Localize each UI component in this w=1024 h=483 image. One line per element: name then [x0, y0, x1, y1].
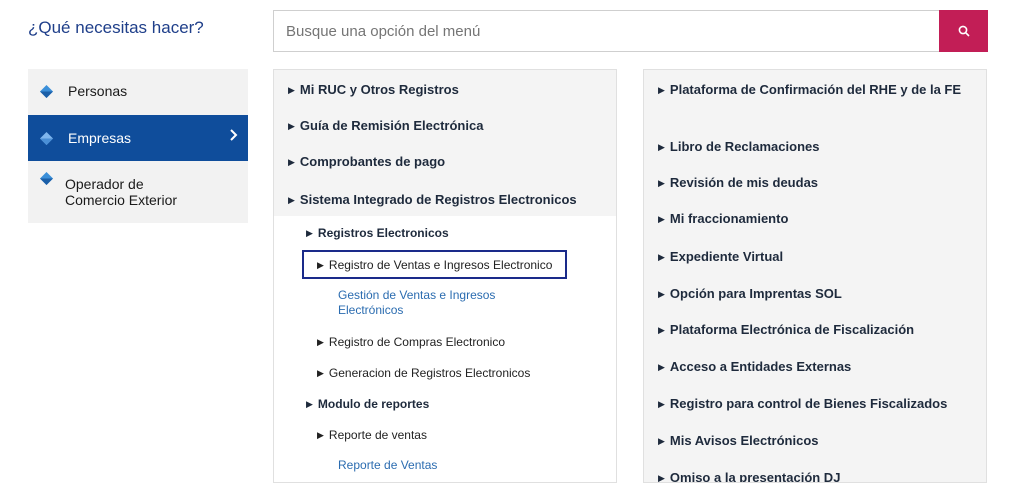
triangle-right-icon: ▶: [317, 368, 324, 378]
diamond-icon: [40, 132, 53, 145]
triangle-right-icon: ▶: [658, 178, 665, 188]
menu-item[interactable]: ▶ Libro de Reclamaciones: [658, 138, 976, 157]
menu-item-label: Comprobantes de pago: [299, 154, 446, 169]
page-title: ¿Qué necesitas hacer?: [28, 18, 204, 37]
menu-item-label: Registro de Ventas e Ingresos Electronic…: [328, 258, 553, 272]
menu-item-label: Registros Electronicos: [317, 226, 449, 240]
triangle-right-icon: ▶: [306, 399, 313, 409]
triangle-right-icon: ▶: [658, 436, 665, 446]
menu-panel-middle: ▶ Mi RUC y Otros Registros ▶ Guía de Remis…: [273, 69, 617, 483]
nav-item-label: Operador de Comercio Exterior: [65, 176, 178, 208]
submenu-compras[interactable]: ▶ Registro de Compras Electronico: [317, 334, 606, 352]
menu-item-label: Guía de Remisión Electrónica: [299, 118, 484, 133]
menu-item-label: Mis Avisos Electrónicos: [669, 433, 819, 448]
diamond-icon: [40, 172, 53, 185]
triangle-right-icon: ▶: [288, 195, 295, 205]
nav-item-empresas[interactable]: Empresas: [28, 115, 248, 161]
menu-item-label: Acceso a Entidades Externas: [669, 359, 852, 374]
menu-item-label: Opción para Imprentas SOL: [669, 286, 842, 301]
menu-item[interactable]: ▶ Sistema Integrado de Registros Electron…: [288, 191, 606, 210]
menu-item-label: Plataforma de Confirmación del RHE y de …: [669, 82, 962, 97]
submenu-registros[interactable]: ▶ Registros Electronicos: [306, 225, 606, 243]
menu-item[interactable]: ▶ Plataforma Electrónica de Fiscalización: [658, 321, 976, 340]
menu-item[interactable]: ▶ Plataforma de Confirmación del RHE y de…: [658, 81, 968, 100]
diamond-icon: [40, 85, 53, 98]
menu-item-label: Sistema Integrado de Registros Electroni…: [299, 192, 577, 207]
submenu-rve[interactable]: ▶ Registro de Ventas e Ingresos Electroni…: [317, 257, 606, 275]
nav-item-label: Empresas: [68, 130, 132, 146]
menu-item-label: Modulo de reportes: [317, 397, 430, 411]
submenu-generacion[interactable]: ▶ Generacion de Registros Electronicos: [317, 365, 606, 383]
menu-item[interactable]: ▶ Revisión de mis deudas: [658, 174, 976, 193]
nav-item-label: Personas: [68, 83, 128, 99]
menu-item[interactable]: ▶ Mi fraccionamiento: [658, 210, 976, 229]
chevron-right-icon: [230, 129, 238, 141]
triangle-right-icon: ▶: [288, 85, 295, 95]
triangle-right-icon: ▶: [658, 325, 665, 335]
category-nav: Personas Empresas Operador de Comercio E…: [28, 69, 248, 223]
nav-item-operador[interactable]: Operador de Comercio Exterior: [28, 162, 248, 217]
triangle-right-icon: ▶: [317, 260, 324, 270]
nav-item-personas[interactable]: Personas: [28, 69, 248, 114]
triangle-right-icon: ▶: [658, 399, 665, 409]
menu-item-label: Generacion de Registros Electronicos: [328, 366, 531, 380]
menu-item[interactable]: ▶ Opción para Imprentas SOL: [658, 285, 976, 304]
search-input[interactable]: [273, 10, 939, 52]
menu-item[interactable]: ▶ Omiso a la presentación DJ: [658, 469, 976, 483]
link-reporte-ventas[interactable]: Reporte de Ventas: [338, 458, 606, 473]
menu-item-label: Reporte de ventas: [328, 428, 427, 442]
submenu-modulo-reportes[interactable]: ▶ Modulo de reportes: [306, 396, 606, 414]
menu-item[interactable]: ▶ Expediente Virtual: [658, 248, 976, 267]
triangle-right-icon: ▶: [658, 214, 665, 224]
menu-item-label: Expediente Virtual: [669, 249, 784, 264]
menu-item-label: Revisión de mis deudas: [669, 175, 819, 190]
triangle-right-icon: ▶: [317, 337, 324, 347]
menu-item[interactable]: ▶ Mis Avisos Electrónicos: [658, 432, 976, 451]
menu-item-label: Registro para control de Bienes Fiscaliz…: [669, 396, 948, 411]
menu-item[interactable]: ▶ Registro para control de Bienes Fiscali…: [658, 395, 976, 414]
menu-item-label: Libro de Reclamaciones: [669, 139, 820, 154]
submenu-reporte-ventas[interactable]: ▶ Reporte de ventas: [317, 427, 606, 445]
triangle-right-icon: ▶: [658, 362, 665, 372]
menu-item-label: Registro de Compras Electronico: [328, 335, 505, 349]
triangle-right-icon: ▶: [658, 85, 665, 95]
triangle-right-icon: ▶: [658, 289, 665, 299]
menu-item-label: Omiso a la presentación DJ: [669, 470, 841, 483]
menu-item[interactable]: ▶ Guía de Remisión Electrónica: [288, 117, 606, 136]
triangle-right-icon: ▶: [317, 430, 324, 440]
menu-item[interactable]: ▶ Mi RUC y Otros Registros: [288, 81, 606, 100]
triangle-right-icon: ▶: [658, 473, 665, 483]
triangle-right-icon: ▶: [288, 157, 295, 167]
menu-item[interactable]: ▶ Comprobantes de pago: [288, 153, 606, 172]
triangle-right-icon: ▶: [658, 142, 665, 152]
triangle-right-icon: ▶: [306, 228, 313, 238]
menu-item[interactable]: ▶ Acceso a Entidades Externas: [658, 358, 976, 377]
menu-panel-right: ▶ Plataforma de Confirmación del RHE y de…: [643, 69, 987, 483]
menu-item-label: Plataforma Electrónica de Fiscalización: [669, 322, 915, 337]
menu-item-label: Mi fraccionamiento: [669, 211, 789, 226]
search-icon: [958, 25, 970, 37]
link-gestion-ventas[interactable]: Gestión de Ventas e Ingresos Electrónico…: [338, 288, 518, 318]
menu-item-label: Mi RUC y Otros Registros: [299, 82, 459, 97]
triangle-right-icon: ▶: [288, 121, 295, 131]
search-button[interactable]: [939, 10, 988, 52]
triangle-right-icon: ▶: [658, 252, 665, 262]
